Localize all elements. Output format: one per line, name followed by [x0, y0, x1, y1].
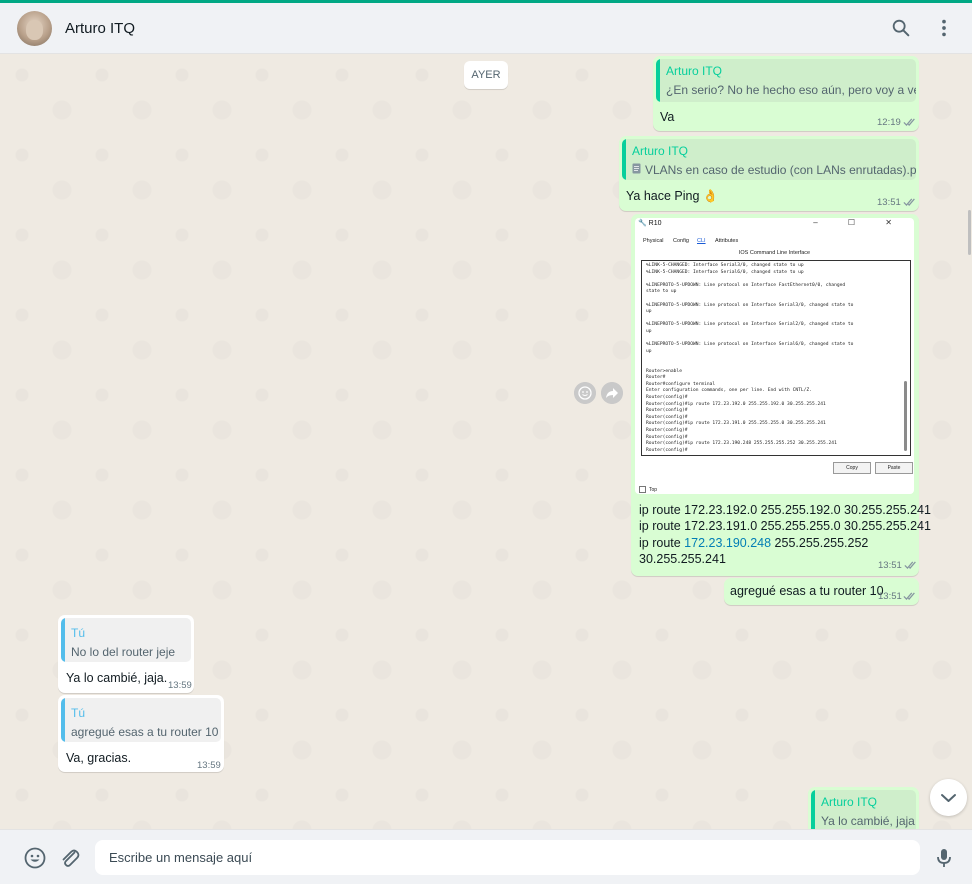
quoted-message[interactable]: Arturo ITQ VLANs en caso de estudio (con… [622, 139, 916, 180]
cli-line: Router(config)# [646, 408, 688, 414]
cli-line: %LINEPROTO-5-UPDOWN: Line protocol on In… [646, 282, 846, 288]
tab-attributes: Attributes [715, 238, 739, 244]
quoted-sender: Tú [71, 626, 86, 640]
cli-line: state to up [646, 289, 677, 295]
message-bubble-incoming[interactable]: Tú No lo del router jeje Ya lo cambié, j… [58, 615, 194, 693]
cli-line: up [646, 348, 652, 354]
message-bubble-outgoing[interactable]: Arturo ITQ ¿En serio? No he hecho eso aú… [653, 56, 919, 131]
document-icon [632, 163, 641, 174]
cli-line: %LINK-5-CHANGED: Interface Serial3/0, ch… [646, 263, 804, 268]
search-icon[interactable] [890, 17, 912, 39]
cli-line: Router# [646, 375, 666, 381]
quoted-sender: Tú [71, 706, 86, 720]
top-checkbox: Top [639, 486, 657, 493]
chat-scrollbar[interactable] [968, 55, 972, 829]
message-time: 13:51 [878, 560, 902, 571]
quoted-sender: Arturo ITQ [821, 795, 878, 809]
cli-output: %LINK-5-CHANGED: Interface Serial3/0, ch… [641, 260, 911, 456]
scroll-to-bottom-button[interactable] [930, 779, 967, 816]
composer-bar [0, 829, 972, 884]
message-text: Va, gracias. [66, 751, 132, 765]
cli-line: Router(config)# [646, 447, 688, 453]
window-title: 🔧 R10 [638, 220, 662, 227]
avatar[interactable] [17, 11, 52, 46]
quoted-message[interactable]: Arturo ITQ ¿En serio? No he hecho eso aú… [656, 59, 916, 102]
double-check-icon [904, 561, 916, 569]
message-text: Ya lo cambié, jaja. [66, 671, 168, 685]
message-bubble-outgoing[interactable]: Arturo ITQ VLANs en caso de estudio (con… [619, 136, 919, 211]
cli-line: Router>enable [646, 368, 682, 374]
message-input[interactable] [95, 840, 920, 875]
cli-title: IOS Command Line Interface [738, 250, 811, 256]
double-check-icon [903, 198, 915, 206]
message-time: 13:59 [168, 680, 192, 691]
chat-pane: AYER Arturo ITQ ¿En serio? No he hecho e… [2, 55, 968, 829]
cli-line: %LINK-5-CHANGED: Interface Serial6/0, ch… [646, 269, 804, 275]
ip-link[interactable]: 172.23.190.248 [684, 536, 771, 550]
image-attachment[interactable]: 🔧 R10 – ☐ ✕ Physical Config CLI Attribut… [635, 218, 914, 494]
cli-line: Router(config)# [646, 395, 688, 400]
window-controls: – ☐ ✕ [813, 218, 906, 227]
tab-config: Config [673, 238, 689, 244]
react-emoji-icon[interactable] [574, 382, 596, 404]
message-text-line: ip route 172.23.191.0 255.255.255.0 30.2… [639, 519, 931, 533]
quoted-text: agregué esas a tu router 10 [71, 725, 219, 739]
cli-line: %LINEPROTO-5-UPDOWN: Line protocol on In… [646, 302, 854, 308]
message-bubble-outgoing[interactable]: Arturo ITQ Ya lo cambié, jaja. [808, 787, 919, 829]
emoji-icon[interactable] [23, 846, 47, 870]
cli-line: %LINEPROTO-5-UPDOWN: Line protocol on In… [646, 322, 854, 328]
double-check-icon [903, 118, 915, 126]
quoted-sender: Arturo ITQ [666, 64, 723, 78]
quoted-message[interactable]: Tú No lo del router jeje [61, 618, 191, 662]
contact-name[interactable]: Arturo ITQ [65, 20, 135, 37]
tab-cli: CLI [697, 238, 706, 244]
cli-line: Router(config)#ip route 172.23.190.248 2… [646, 441, 837, 447]
quoted-text: ¿En serio? No he hecho eso aún, pero voy… [666, 83, 916, 97]
chat-header: Arturo ITQ [0, 3, 972, 54]
quoted-sender: Arturo ITQ [632, 144, 689, 158]
paste-button: Paste [875, 462, 913, 474]
cli-line: Router#configure terminal [646, 381, 716, 387]
quoted-text: No lo del router jeje [71, 645, 176, 659]
microphone-icon[interactable] [932, 846, 956, 870]
forward-icon[interactable] [601, 382, 623, 404]
paperclip-icon[interactable] [58, 846, 82, 870]
cli-line: up [646, 329, 652, 334]
kebab-menu-icon[interactable] [933, 17, 955, 39]
message-time: 13:51 [877, 197, 901, 208]
message-text: Va [660, 110, 675, 124]
message-text: agregué esas a tu router 10 [730, 584, 884, 598]
cli-line: up [646, 309, 652, 315]
message-bubble-outgoing[interactable]: 🔧 R10 – ☐ ✕ Physical Config CLI Attribut… [631, 214, 931, 576]
quoted-text: Ya lo cambié, jaja. [821, 814, 916, 828]
cli-line: Router(config)#ip route 172.23.192.0 255… [646, 401, 826, 407]
quoted-text: VLANs en caso de estudio (con LANs enrut… [645, 163, 916, 177]
message-text-line: ip route 172.23.192.0 255.255.192.0 30.2… [639, 503, 931, 517]
message-text-line: 30.255.255.241 [639, 552, 726, 566]
quoted-message[interactable]: Arturo ITQ Ya lo cambié, jaja. [811, 790, 916, 829]
cli-line: Router(config)# [646, 428, 688, 433]
message-time: 13:51 [878, 591, 902, 602]
message-bubble-incoming[interactable]: Tú agregué esas a tu router 10 Va, graci… [58, 695, 224, 772]
double-check-icon [903, 592, 915, 600]
cli-line: Router(config)# [646, 414, 688, 420]
day-separator: AYER [464, 61, 508, 89]
cli-scrollbar [904, 381, 907, 451]
copy-button: Copy [833, 462, 871, 474]
tab-physical: Physical [643, 238, 664, 244]
cli-line: Enter configuration commands, one per li… [646, 388, 812, 394]
cli-line: Router(config)# [646, 434, 688, 440]
message-bubble-outgoing[interactable]: agregué esas a tu router 10 13:51 [724, 578, 919, 605]
cli-line: Router(config)#ip route 172.23.191.0 255… [646, 421, 826, 427]
message-time: 12:19 [877, 117, 901, 128]
cli-line: %LINEPROTO-5-UPDOWN: Line protocol on In… [646, 342, 854, 348]
message-text-line: ip route 172.23.190.248 255.255.255.252 [639, 536, 869, 550]
message-text: Ya hace Ping 👌 [626, 189, 719, 203]
message-time: 13:59 [197, 760, 221, 771]
quoted-message[interactable]: Tú agregué esas a tu router 10 [61, 698, 221, 742]
